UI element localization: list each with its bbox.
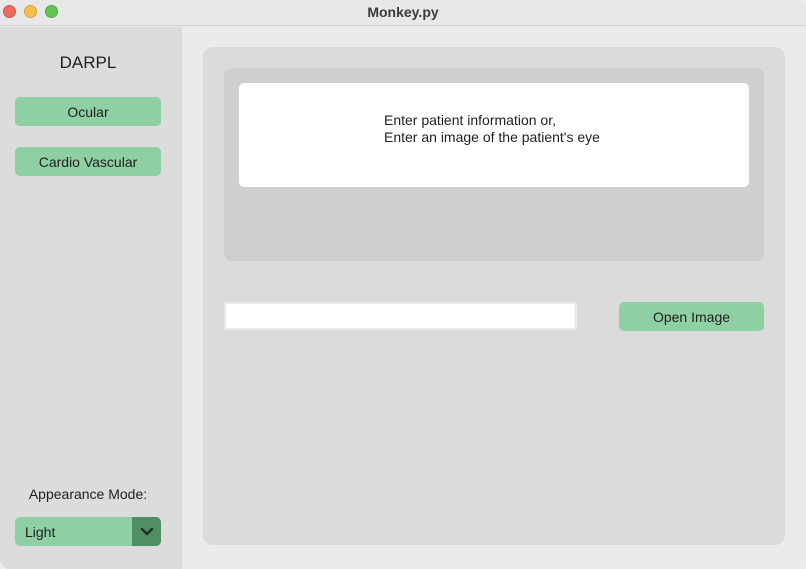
appearance-mode-value: Light xyxy=(25,524,56,540)
sidebar: DARPL Ocular Cardio Vascular Appearance … xyxy=(0,27,182,569)
dropdown-arrow-button[interactable] xyxy=(132,517,161,546)
title-bar: Monkey.py xyxy=(0,0,806,26)
ocular-button[interactable]: Ocular xyxy=(15,97,161,126)
patient-info-input[interactable] xyxy=(224,302,577,330)
info-line: Enter patient information or, xyxy=(384,112,556,128)
info-line: Enter an image of the patient's eye xyxy=(384,129,600,145)
open-image-button[interactable]: Open Image xyxy=(619,302,764,331)
appearance-mode-dropdown[interactable]: Light xyxy=(15,517,161,546)
info-textbox[interactable]: Enter patient information or, Enter an i… xyxy=(239,83,749,187)
window-title: Monkey.py xyxy=(367,4,439,20)
cardio-vascular-button[interactable]: Cardio Vascular xyxy=(15,147,161,176)
app-logo-label: DARPL xyxy=(59,53,117,72)
chevron-down-icon xyxy=(140,527,153,535)
info-frame: Enter patient information or, Enter an i… xyxy=(224,68,764,261)
info-text: Enter patient information or, Enter an i… xyxy=(384,112,600,146)
main-panel: Enter patient information or, Enter an i… xyxy=(203,47,785,545)
app-window: Monkey.py DARPL Ocular Cardio Vascular A… xyxy=(0,0,806,569)
appearance-mode-label: Appearance Mode: xyxy=(28,486,148,502)
